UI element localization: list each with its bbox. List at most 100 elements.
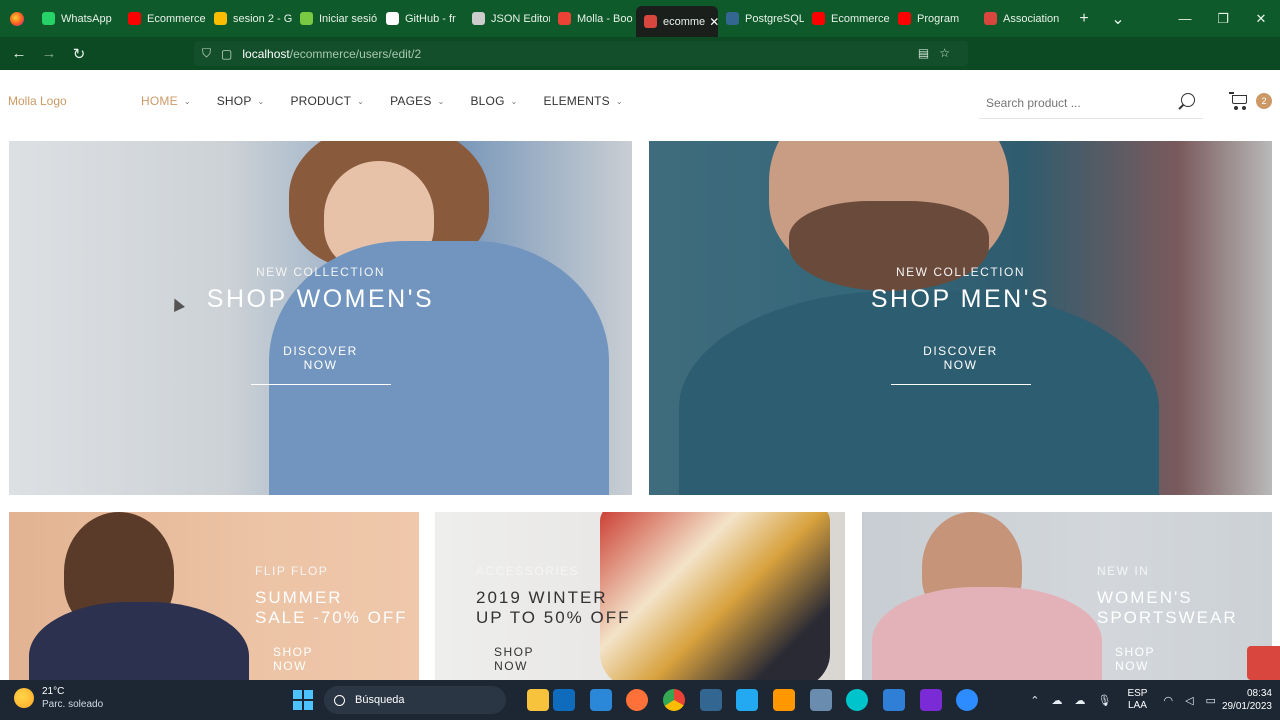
menu-item-pages[interactable]: PAGES ⌄ (390, 94, 444, 108)
back-arrow-icon[interactable]: ← (4, 37, 34, 70)
file-explorer-icon[interactable] (527, 689, 549, 711)
clock-time: 08:34 (1246, 688, 1272, 699)
canva-icon[interactable] (846, 689, 868, 711)
menu-item-label: ELEMENTS (543, 94, 610, 108)
browser-tab[interactable]: Ecommerce (120, 0, 206, 37)
browser-tab[interactable]: Ecommerce (804, 0, 890, 37)
microphone-icon[interactable]: 🎙 (1097, 694, 1111, 707)
chrome-icon[interactable] (663, 689, 685, 711)
model-hoodie-image (872, 587, 1102, 680)
browser-tab[interactable]: JSON Editor (464, 0, 550, 37)
menu-item-elements[interactable]: ELEMENTS ⌄ (544, 94, 623, 108)
tab-label: Association (1003, 12, 1060, 25)
phpstorm-icon[interactable] (920, 689, 942, 711)
language-indicator[interactable]: ESP LAA (1127, 688, 1147, 712)
discover-now-button[interactable]: DISCOVER NOW (890, 344, 1031, 385)
sublime-icon[interactable] (773, 689, 795, 711)
tab-favicon-icon (726, 12, 739, 25)
cloud-icon[interactable]: ☁ (1051, 694, 1062, 707)
reader-mode-icon[interactable]: ▤ (918, 46, 939, 60)
chat-widget-button[interactable] (1247, 646, 1280, 680)
app-icon[interactable] (810, 689, 832, 711)
chevron-down-icon: ⌄ (615, 96, 623, 106)
browser-tab[interactable]: Association (976, 0, 1062, 37)
banner-shop-womens[interactable]: NEW COLLECTION SHOP WOMEN'S DISCOVER NOW (9, 141, 632, 495)
site-header: Molla Logo HOME ⌄ SHOP ⌄ PRODUCT ⌄ PAGES ⌄ BLOG ⌄… (0, 71, 1280, 135)
outlook-icon[interactable] (553, 689, 575, 711)
list-all-tabs-button[interactable]: ⌄ (1106, 9, 1130, 29)
banner-womens-sportswear[interactable]: NEW IN WOMEN'S SPORTSWEAR SHOP NOW (862, 512, 1272, 680)
cart-count-badge: 2 (1256, 93, 1272, 109)
clock[interactable]: 08:34 29/01/2023 (1222, 687, 1272, 713)
site-logo[interactable]: Molla Logo (8, 94, 67, 108)
menu-item-shop[interactable]: SHOP ⌄ (217, 94, 265, 108)
forward-arrow-icon[interactable]: → (34, 37, 64, 70)
tab-label: JSON Editor (491, 12, 550, 25)
search-box (979, 87, 1203, 119)
firefox-menu-icon[interactable] (0, 0, 34, 37)
mail-icon[interactable] (590, 689, 612, 711)
chevron-down-icon: ⌄ (510, 96, 518, 106)
pgadmin-icon[interactable] (700, 689, 722, 711)
close-window-icon[interactable]: ✕ (1242, 0, 1280, 37)
scarf-image (600, 512, 830, 680)
browser-tab[interactable]: sesion 2 - G (206, 0, 292, 37)
banner-summer-sale[interactable]: FLIP FLOP SUMMER SALE -70% OFF SHOP NOW (9, 512, 419, 680)
menu-item-product[interactable]: PRODUCT ⌄ (290, 94, 364, 108)
shield-icon[interactable]: ⛉ (202, 46, 211, 61)
chevron-down-icon: ⌄ (257, 96, 265, 106)
url-text[interactable]: localhost/ecommerce/users/edit/2 (242, 47, 421, 61)
search-input[interactable] (979, 95, 1169, 110)
browser-nav-bar: ← → ↻ ⛉ ▢ localhost/ecommerce/users/edit… (0, 37, 1280, 97)
browser-tab[interactable]: Molla - Boo (550, 0, 636, 37)
restore-icon[interactable]: ❐ (1204, 0, 1242, 37)
windows-start-icon[interactable] (293, 690, 313, 710)
cart-icon[interactable] (1229, 91, 1251, 111)
banner-accessories[interactable]: ACCESSORIES 2019 WINTER UP TO 50% OFF SH… (435, 512, 845, 680)
page-icon[interactable]: ▢ (221, 47, 232, 61)
battery-icon[interactable]: ▭ (1206, 694, 1216, 707)
azure-icon[interactable] (883, 689, 905, 711)
tab-label: ecomme (663, 15, 706, 28)
new-tab-button[interactable]: + (1072, 10, 1096, 28)
system-tray: ⌃ ☁ ☁ 🎙 ESP LAA ◠ ◁ ▭ 08:34 29/01/2023 (1024, 680, 1280, 720)
browser-tab[interactable]: Iniciar sesió (292, 0, 378, 37)
chevron-down-icon: ⌄ (183, 96, 191, 106)
taskbar-search[interactable]: Búsqueda (324, 686, 506, 714)
weather-temp: 21°C (42, 686, 65, 697)
shop-now-button[interactable]: SHOP NOW (255, 645, 325, 680)
main-menu: HOME ⌄ SHOP ⌄ PRODUCT ⌄ PAGES ⌄ BLOG ⌄ ELEMENTS ⌄ (141, 94, 649, 108)
wifi-icon[interactable]: ◠ (1163, 694, 1173, 707)
reload-icon[interactable]: ↻ (64, 37, 94, 70)
banner-title-line1: WOMEN'S (1097, 588, 1193, 607)
banner-shop-mens[interactable]: NEW COLLECTION SHOP MEN'S DISCOVER NOW (649, 141, 1272, 495)
shop-now-button[interactable]: SHOP NOW (476, 645, 546, 680)
browser-tab[interactable]: WhatsApp (34, 0, 120, 37)
shop-now-button[interactable]: SHOP NOW (1097, 645, 1167, 680)
discover-now-button[interactable]: DISCOVER NOW (250, 344, 391, 385)
zoom-icon[interactable] (956, 689, 978, 711)
browser-tab[interactable]: GitHub - fr (378, 0, 464, 37)
browser-tab[interactable]: PostgreSQL (718, 0, 804, 37)
firefox-icon[interactable] (626, 689, 648, 711)
menu-item-label: PRODUCT (290, 94, 352, 108)
volume-icon[interactable]: ◁ (1185, 694, 1193, 707)
banner-subtitle: ACCESSORIES (476, 564, 580, 578)
address-bar[interactable]: ⛉ ▢ localhost/ecommerce/users/edit/2 ▤☆ (194, 41, 968, 66)
search-icon[interactable] (1181, 93, 1195, 107)
browser-tab[interactable]: Program (890, 0, 976, 37)
close-tab-icon[interactable]: ✕ (709, 15, 718, 29)
tab-favicon-icon (42, 12, 55, 25)
browser-tab[interactable]: ecomme ✕ (636, 6, 718, 37)
bookmark-star-icon[interactable]: ☆ (939, 46, 960, 60)
tab-favicon-icon (472, 12, 485, 25)
lang-layout: LAA (1127, 700, 1147, 711)
onedrive-icon[interactable]: ☁ (1074, 694, 1085, 707)
weather-widget[interactable]: 21°C Parc. soleado (14, 686, 103, 710)
show-hidden-icons-icon[interactable]: ⌃ (1030, 694, 1039, 707)
menu-item-blog[interactable]: BLOG ⌄ (470, 94, 517, 108)
vscode-icon[interactable] (736, 689, 758, 711)
minimize-icon[interactable]: — (1166, 0, 1204, 37)
banner-subtitle: NEW COLLECTION (895, 265, 1025, 279)
menu-item-home[interactable]: HOME ⌄ (141, 94, 191, 108)
